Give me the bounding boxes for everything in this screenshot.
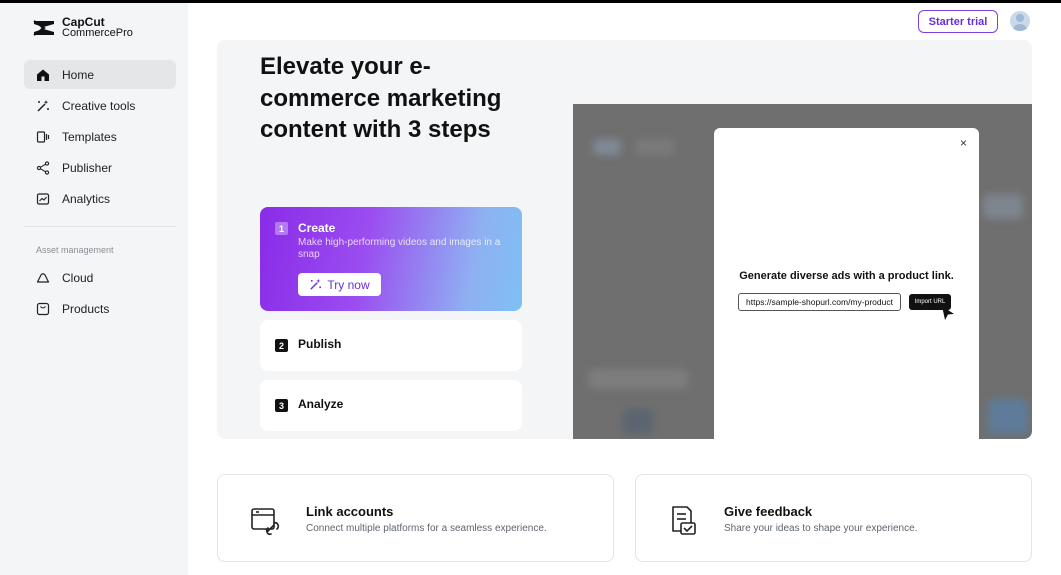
step-number: 2 — [275, 339, 288, 352]
demo-preview: × Generate diverse ads with a product li… — [573, 104, 1032, 439]
sidebar-item-products[interactable]: Products — [24, 294, 176, 323]
step-number: 3 — [275, 399, 288, 412]
card-description: Share your ideas to shape your experienc… — [724, 523, 918, 534]
card-description: Connect multiple platforms for a seamles… — [306, 523, 547, 534]
card-title: Give feedback — [724, 504, 813, 519]
home-icon — [36, 68, 50, 82]
cloud-icon — [36, 271, 50, 285]
feedback-icon — [668, 505, 700, 542]
magic-wand-icon — [36, 99, 50, 113]
analytics-icon — [36, 192, 50, 206]
logo-product-text: CommercePro — [62, 27, 133, 39]
products-icon — [36, 302, 50, 316]
step-description: Make high-performing videos and images i… — [298, 237, 501, 260]
sidebar: CapCut CommercePro Home Creative tools T… — [0, 3, 188, 575]
capcut-logo[interactable]: CapCut CommercePro — [32, 16, 133, 39]
sidebar-item-label: Analytics — [62, 191, 111, 206]
step-title: Publish — [298, 337, 342, 351]
sidebar-item-home[interactable]: Home — [24, 60, 176, 89]
card-title: Link accounts — [306, 504, 394, 519]
sidebar-item-analytics[interactable]: Analytics — [24, 184, 176, 213]
product-link-modal: × Generate diverse ads with a product li… — [714, 128, 979, 439]
sidebar-item-label: Home — [62, 67, 95, 82]
link-accounts-card[interactable]: Link accounts Connect multiple platforms… — [217, 474, 614, 562]
step-number: 1 — [275, 222, 288, 235]
product-url-input[interactable]: https://sample-shopurl.com/my-product — [738, 293, 901, 311]
sidebar-item-label: Products — [62, 301, 110, 316]
capcut-logo-icon — [33, 20, 54, 36]
link-accounts-icon — [250, 505, 282, 542]
give-feedback-card[interactable]: Give feedback Share your ideas to shape … — [635, 474, 1032, 562]
sidebar-item-publisher[interactable]: Publisher — [24, 153, 176, 182]
step-title: Analyze — [298, 397, 344, 411]
hero-title: Elevate your e-commerce marketing conten… — [260, 53, 502, 143]
step-publish-card[interactable]: 2 Publish — [260, 320, 522, 371]
sidebar-item-cloud[interactable]: Cloud — [24, 263, 176, 292]
sidebar-item-label: Templates — [62, 129, 117, 144]
step-create-card[interactable]: 1 Create Make high-performing videos and… — [260, 207, 522, 311]
templates-icon — [36, 130, 50, 144]
magic-wand-icon — [310, 278, 322, 290]
try-now-button[interactable]: Try now — [298, 273, 381, 296]
app-window: CapCut CommercePro Home Creative tools T… — [0, 3, 1061, 575]
sidebar-item-label: Creative tools — [62, 98, 136, 113]
starter-trial-button[interactable]: Starter trial — [918, 10, 998, 33]
sidebar-divider — [24, 226, 176, 227]
sidebar-item-label: Cloud — [62, 270, 94, 285]
cursor-icon — [942, 306, 954, 320]
try-now-label: Try now — [327, 277, 370, 292]
step-title: Create — [298, 221, 336, 235]
user-avatar-icon[interactable] — [1010, 11, 1030, 31]
modal-title: Generate diverse ads with a product link… — [739, 270, 954, 282]
sidebar-item-templates[interactable]: Templates — [24, 122, 176, 151]
sidebar-item-label: Publisher — [62, 160, 113, 175]
share-icon — [36, 160, 50, 175]
asset-management-label: Asset management — [36, 245, 114, 255]
step-analyze-card[interactable]: 3 Analyze — [260, 380, 522, 431]
hero-section: Elevate your e-commerce marketing conten… — [217, 40, 1032, 439]
sidebar-item-creative-tools[interactable]: Creative tools — [24, 91, 176, 120]
close-icon[interactable]: × — [960, 136, 967, 150]
